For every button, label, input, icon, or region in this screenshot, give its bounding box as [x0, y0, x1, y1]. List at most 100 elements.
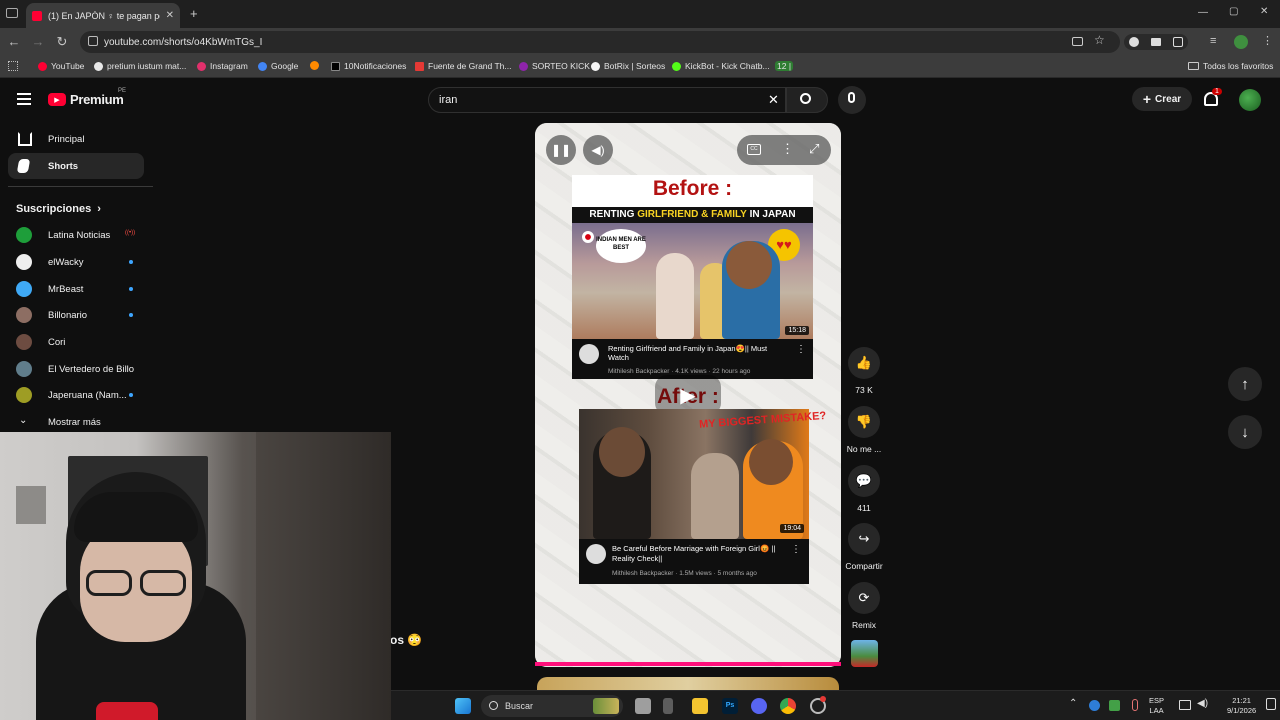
site-info-icon[interactable]	[88, 36, 98, 46]
extension-icon[interactable]	[1129, 37, 1139, 47]
extension-icon[interactable]	[1151, 38, 1161, 46]
new-tab-button[interactable]: +	[190, 6, 198, 21]
bookmark-unnamed[interactable]	[310, 61, 319, 70]
chrome-icon[interactable]	[780, 698, 796, 714]
taskbar-search[interactable]: Buscar	[481, 695, 623, 717]
bookmark-google[interactable]: Google	[258, 61, 298, 71]
notification-count-badge: 1	[1212, 88, 1222, 95]
comment-action[interactable]: 💬 411	[848, 465, 880, 513]
bookmark-youtube[interactable]: YouTube	[38, 61, 84, 71]
bookmark-10notificaciones[interactable]: 10Notificaciones	[331, 61, 406, 71]
forward-icon[interactable]: →	[30, 34, 46, 49]
clock[interactable]: 21:21 9/1/2026	[1227, 696, 1256, 716]
subscription-cori[interactable]: Cori	[8, 329, 144, 355]
fullscreen-icon[interactable]: ⤢	[809, 141, 819, 157]
subscription-japeruana[interactable]: Japeruana (Nam...	[8, 382, 144, 408]
notification-center-icon[interactable]	[1266, 698, 1276, 710]
sidebar-item-principal[interactable]: Principal	[8, 126, 144, 152]
all-favorites-folder[interactable]: Todos los favoritos	[1188, 61, 1273, 71]
like-action[interactable]: 👍 73 K	[848, 347, 880, 395]
bookmark-instagram[interactable]: Instagram	[197, 61, 248, 71]
subscription-elwacky[interactable]: elWacky	[8, 249, 144, 275]
next-short-button[interactable]: ↓	[1228, 415, 1262, 449]
windows-start-icon[interactable]	[455, 698, 471, 714]
browser-tab[interactable]: (1) En JAPÓN ♀ te pagan por te ✕	[26, 3, 180, 28]
discord-icon[interactable]	[751, 698, 767, 714]
share-icon[interactable]: ↪	[848, 523, 880, 555]
tab-close-icon[interactable]: ✕	[166, 10, 174, 21]
bookmark-sorteo-kick[interactable]: SORTEO KICK	[519, 61, 590, 71]
bookmark-star-icon[interactable]: ☆	[1094, 33, 1105, 47]
previous-short-button[interactable]: ↑	[1228, 367, 1262, 401]
sidebar-item-shorts[interactable]: Shorts	[8, 153, 144, 179]
network-icon[interactable]	[1179, 700, 1191, 710]
more-options-icon[interactable]: ⋮	[781, 141, 794, 157]
account-avatar[interactable]	[1239, 89, 1261, 111]
file-explorer-icon[interactable]	[692, 698, 708, 714]
photoshop-icon[interactable]: Ps	[722, 698, 738, 714]
back-icon[interactable]: ←	[6, 34, 22, 49]
bookmark-grand-theft[interactable]: Fuente de Grand Th...	[415, 61, 511, 71]
sound-thumbnail[interactable]	[851, 640, 878, 667]
like-icon[interactable]: 👍	[848, 347, 880, 379]
search-button[interactable]	[786, 87, 828, 113]
subscription-el-vertedero[interactable]: El Vertedero de Billo	[8, 356, 144, 382]
youtube-premium-logo[interactable]: ▶ Premium PE	[48, 88, 126, 107]
microphone-icon[interactable]	[1132, 699, 1138, 711]
video2-meta: Be Careful Before Marriage with Foreign …	[579, 539, 809, 584]
address-bar[interactable]: youtube.com/shorts/o4KbWmTGs_I	[80, 31, 1120, 53]
apps-grid-icon[interactable]	[8, 61, 18, 71]
create-button[interactable]: + Crear	[1132, 87, 1192, 111]
share-label: Compartir	[845, 561, 883, 571]
profile-avatar[interactable]	[1234, 35, 1248, 49]
dislike-action[interactable]: 👎 No me ...	[847, 406, 881, 454]
shorts-player[interactable]: ❚❚ ◀) CC ⋮ ⤢ Before : RENTING GIRLFRIEND…	[535, 123, 841, 667]
tab-title: (1) En JAPÓN ♀ te pagan por te	[48, 10, 160, 21]
subscriptions-header[interactable]: Suscripciones ›	[16, 203, 101, 215]
avatar	[16, 334, 32, 350]
comment-icon[interactable]: 💬	[848, 465, 880, 497]
remix-icon[interactable]: ⟳	[848, 582, 880, 614]
menu-hamburger-icon[interactable]	[17, 93, 31, 105]
maximize-button[interactable]: ▢	[1229, 6, 1238, 17]
reload-icon[interactable]: ↻	[54, 34, 70, 50]
bookmark-botrix[interactable]: BotRix | Sorteos	[591, 61, 665, 71]
tray-app-icon[interactable]	[1109, 700, 1120, 711]
person-hair	[74, 492, 198, 542]
bookmark-favicon-icon	[94, 61, 103, 71]
subscription-billonario[interactable]: Billonario	[8, 302, 144, 328]
clear-search-icon[interactable]: ✕	[768, 92, 779, 108]
bookmark-pretium[interactable]: pretium iustum mat...	[94, 61, 186, 71]
captions-icon[interactable]: CC	[747, 144, 761, 155]
subscription-mrbeast[interactable]: MrBeast	[8, 276, 144, 302]
minimize-button[interactable]: —	[1198, 7, 1208, 18]
app-icon[interactable]	[663, 698, 673, 714]
next-short-preview[interactable]	[537, 677, 839, 690]
youtube-favicon-icon	[32, 10, 42, 21]
dislike-icon[interactable]: 👎	[848, 406, 880, 438]
extensions-puzzle-icon[interactable]	[1173, 37, 1183, 47]
input-language[interactable]: ESP LAA	[1149, 696, 1164, 716]
task-view-icon[interactable]	[635, 698, 651, 714]
bookmark-kickbot[interactable]: KickBot - Kick Chatb...	[672, 61, 770, 71]
new-content-dot	[129, 260, 133, 264]
video-progress-bar[interactable]	[535, 662, 841, 666]
subscription-latina-noticias[interactable]: Latina Noticias ((•))	[8, 222, 144, 248]
bookmark-12[interactable]: 12 |	[775, 61, 794, 71]
search-input[interactable]: iran	[428, 87, 786, 113]
close-window-button[interactable]: ✕	[1260, 6, 1268, 17]
chrome-menu-icon[interactable]: ⋮	[1262, 34, 1273, 47]
after-card: MY BIGGEST MISTAKE? 19:04 Be Careful Bef…	[579, 409, 827, 584]
volume-button[interactable]: ◀)	[583, 135, 613, 165]
remix-action[interactable]: ⟳ Remix	[848, 582, 880, 630]
tray-app-icon[interactable]	[1089, 700, 1100, 711]
chevron-down-icon: ⌄	[19, 415, 28, 426]
tab-search-icon[interactable]	[6, 8, 18, 18]
volume-icon[interactable]: ◀)	[1197, 698, 1208, 709]
share-action[interactable]: ↪ Compartir	[845, 523, 883, 571]
tray-overflow-icon[interactable]: ⌃	[1069, 698, 1077, 709]
voice-search-button[interactable]	[838, 86, 866, 114]
pause-button[interactable]: ❚❚	[546, 135, 576, 165]
install-app-icon[interactable]	[1072, 37, 1083, 46]
reading-list-icon[interactable]: ≡	[1210, 35, 1216, 47]
